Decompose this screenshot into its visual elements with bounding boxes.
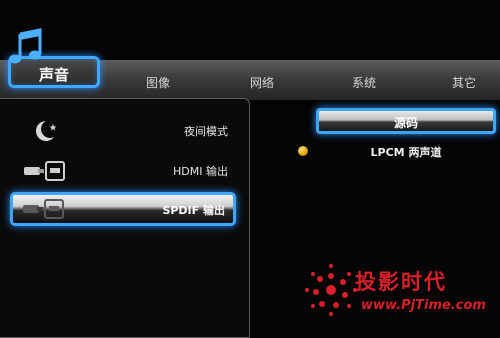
tab-picture[interactable]: 图像 (128, 74, 188, 91)
hdmi-connector-icon (24, 161, 65, 181)
menu-item-label: HDMI 输出 (173, 165, 228, 178)
moon-star-icon (36, 121, 57, 141)
tab-audio-label: 声音 (38, 66, 69, 84)
menu-item-label: SPDIF 输出 (162, 204, 225, 217)
watermark-logo-icon (305, 264, 357, 316)
watermark: 投影时代 www.PjTime.com (303, 262, 498, 322)
menu-item-label: 夜间模式 (184, 125, 228, 138)
watermark-title: 投影时代 (355, 270, 447, 294)
menu-item-spdif-output[interactable]: SPDIF 输出 (10, 192, 236, 226)
source-option-label: 源码 (393, 116, 418, 130)
source-option-value[interactable]: LPCM 两声道 (316, 144, 496, 160)
source-option-button[interactable]: 源码 (316, 108, 496, 134)
music-note-icon (9, 28, 42, 64)
tab-other[interactable]: 其它 (434, 74, 494, 91)
menu-item-night-mode[interactable]: 夜间模式 (8, 114, 236, 148)
watermark-url: www.PjTime.com (361, 298, 486, 313)
tab-system[interactable]: 系统 (334, 74, 394, 91)
selected-value-bullet-icon (298, 146, 308, 156)
tab-network[interactable]: 网络 (232, 74, 292, 91)
spdif-connector-icon (23, 199, 64, 219)
menu-item-hdmi-output[interactable]: HDMI 输出 (8, 154, 236, 188)
